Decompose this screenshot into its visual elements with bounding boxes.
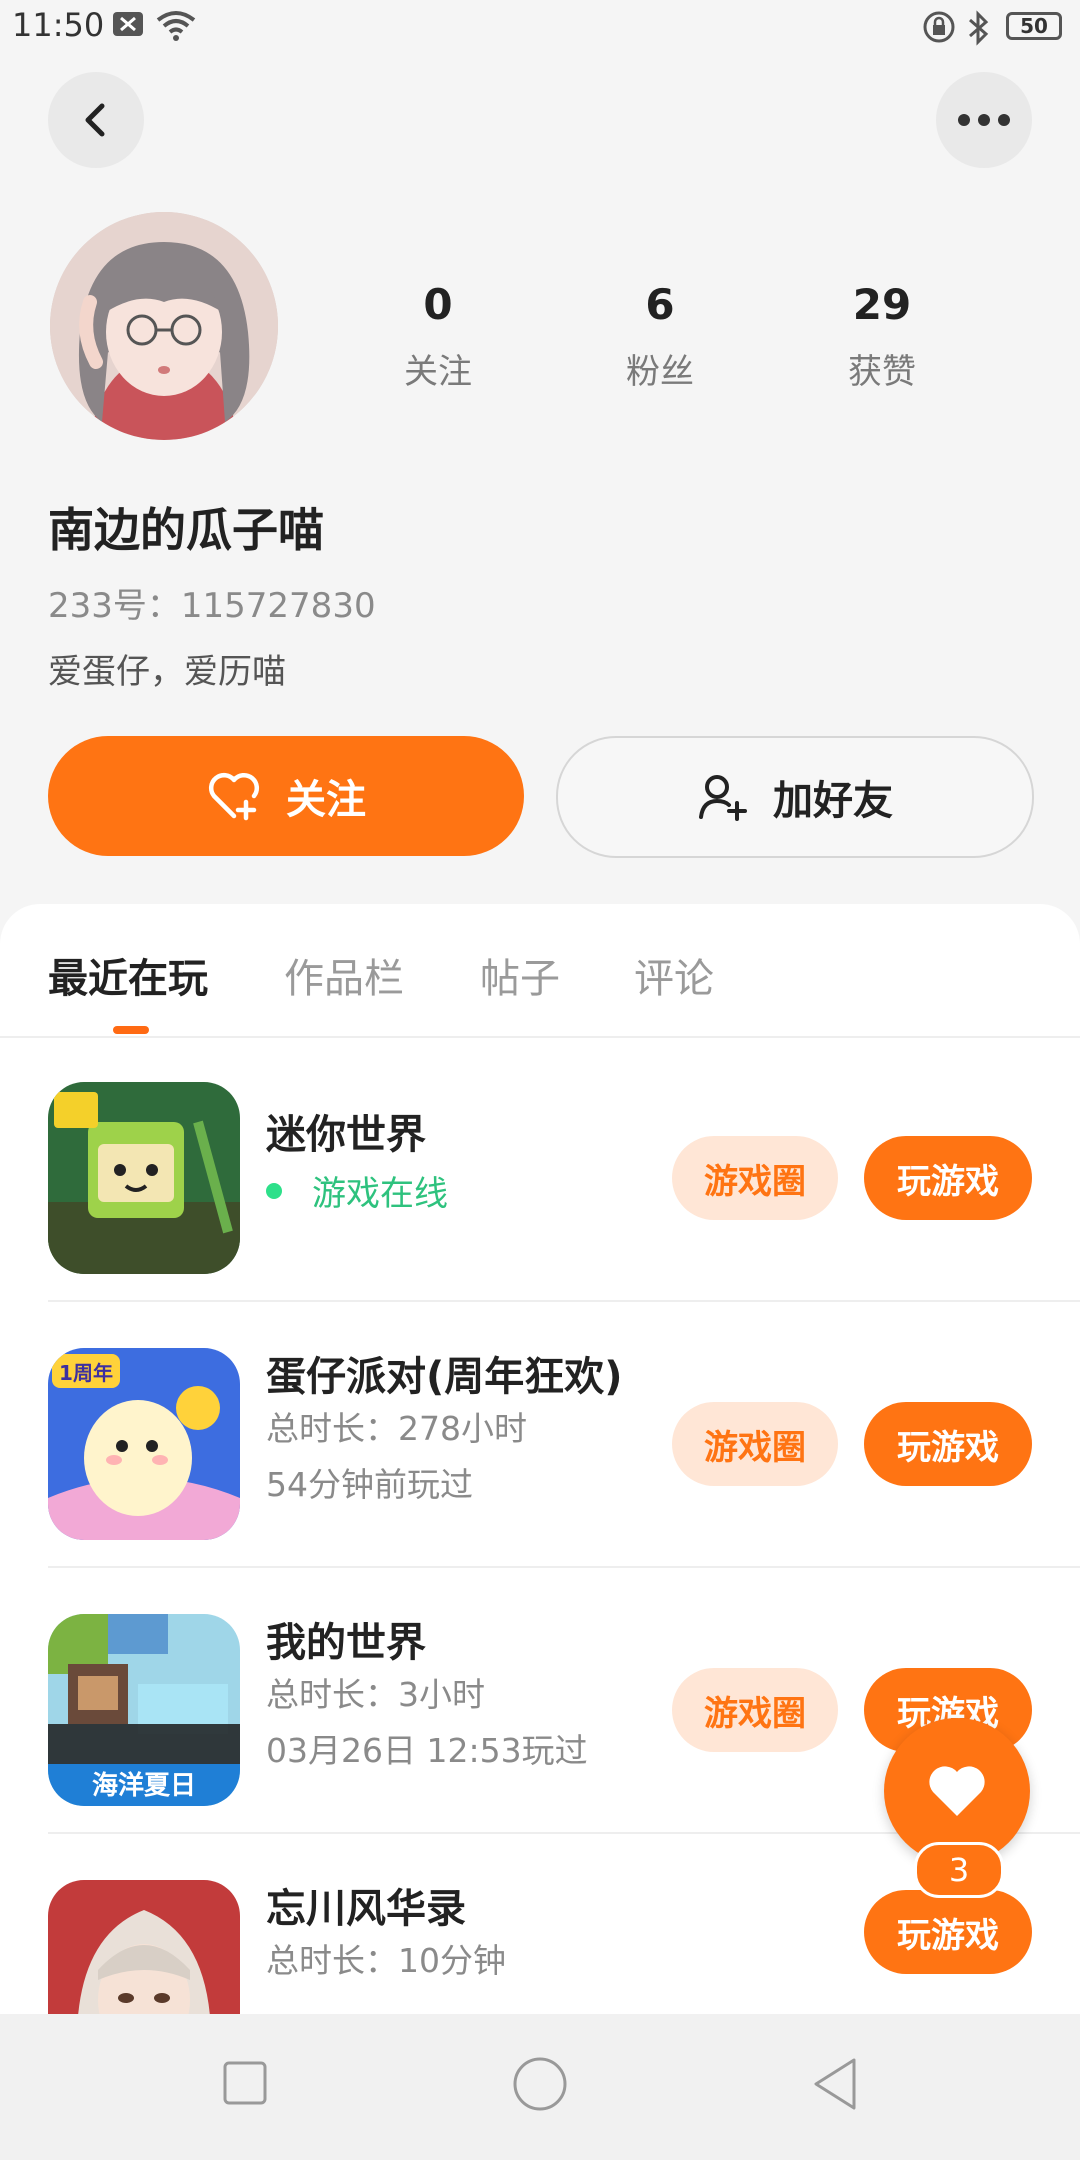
tab-recent-play[interactable]: 最近在玩 <box>48 946 208 1004</box>
more-dots-icon <box>958 114 1010 126</box>
game-duration: 总时长：278小时 <box>266 1409 527 1448</box>
game-circle-button[interactable]: 游戏圈 <box>672 1668 838 1752</box>
online-status-text: 游戏在线 <box>312 1174 448 1214</box>
nav-home-icon[interactable] <box>512 2056 568 2112</box>
play-game-button[interactable]: 玩游戏 <box>864 1136 1032 1220</box>
game-title: 我的世界 <box>266 1620 426 1666</box>
tab-comments[interactable]: 评论 <box>634 946 714 1004</box>
add-user-icon <box>699 775 747 821</box>
chevron-left-icon <box>85 103 105 137</box>
follow-button[interactable]: 关注 <box>48 736 524 856</box>
game-icon-miniworld <box>48 1082 240 1274</box>
tab-works[interactable]: 作品栏 <box>284 946 404 1004</box>
tab-posts[interactable]: 帖子 <box>480 946 560 1004</box>
play-game-button[interactable]: 玩游戏 <box>864 1890 1032 1974</box>
like-count-badge: 3 <box>914 1842 1004 1898</box>
stat-following-value: 0 <box>423 280 453 329</box>
wifi-icon <box>156 11 196 41</box>
egg-badge-text: 1周年 <box>59 1361 113 1385</box>
status-time: 11:50 <box>12 6 105 44</box>
mc-banner-text: 海洋夏日 <box>92 1770 196 1801</box>
play-game-button[interactable]: 玩游戏 <box>864 1402 1032 1486</box>
profile-name: 南边的瓜子喵 <box>48 503 324 557</box>
game-row-eggyparty[interactable]: 1周年 蛋仔派对(周年狂欢) 总时长：278小时 54分钟前玩过 游戏圈 玩游戏 <box>0 1302 1080 1568</box>
profile-bio: 爱蛋仔，爱历喵 <box>48 652 286 692</box>
battery-indicator: 50 <box>1006 12 1062 40</box>
more-button[interactable] <box>936 72 1032 168</box>
game-duration: 总时长：10分钟 <box>266 1941 506 1980</box>
online-dot-icon <box>266 1182 282 1199</box>
game-title: 迷你世界 <box>266 1112 426 1158</box>
avatar[interactable] <box>50 212 278 440</box>
game-last-played: 03月26日 12:53玩过 <box>266 1731 588 1770</box>
notification-icon <box>113 12 143 36</box>
profile-uid: 233号：115727830 <box>48 586 376 626</box>
stat-followers-value: 6 <box>645 280 675 329</box>
stat-likes[interactable]: 29 获赞 <box>802 284 962 393</box>
heart-icon <box>929 1766 985 1816</box>
back-button[interactable] <box>48 72 144 168</box>
game-title: 蛋仔派对(周年狂欢) <box>266 1354 623 1400</box>
lock-rotation-icon <box>923 11 955 43</box>
status-bar: 11:50 50 <box>0 0 1080 56</box>
add-friend-label: 加好友 <box>773 778 893 824</box>
game-duration: 总时长：3小时 <box>266 1675 485 1714</box>
battery-level: 50 <box>1020 14 1048 38</box>
stat-likes-label: 获赞 <box>848 352 916 392</box>
stat-likes-value: 29 <box>852 280 912 329</box>
game-circle-button[interactable]: 游戏圈 <box>672 1402 838 1486</box>
game-last-played: 54分钟前玩过 <box>266 1465 473 1504</box>
stat-following[interactable]: 0 关注 <box>358 284 518 393</box>
stat-followers[interactable]: 6 粉丝 <box>580 284 740 393</box>
follow-button-label: 关注 <box>286 777 366 823</box>
heart-plus-icon <box>208 772 260 821</box>
game-circle-button[interactable]: 游戏圈 <box>672 1136 838 1220</box>
system-nav-bar <box>0 2014 1080 2160</box>
game-icon-eggyparty: 1周年 <box>48 1348 240 1540</box>
tab-bar: 最近在玩 作品栏 帖子 评论 <box>0 904 1080 1038</box>
add-friend-button[interactable]: 加好友 <box>556 736 1034 858</box>
game-title: 忘川风华录 <box>266 1886 466 1932</box>
game-row-miniworld[interactable]: 迷你世界 游戏在线 游戏圈 玩游戏 <box>0 1036 1080 1302</box>
game-icon-wangchuan <box>48 1880 240 2014</box>
nav-recents-icon[interactable] <box>222 2060 268 2106</box>
stat-following-label: 关注 <box>404 352 472 392</box>
online-status: 游戏在线 <box>266 1166 448 1215</box>
game-icon-minecraft: 海洋夏日 <box>48 1614 240 1806</box>
avatar-image <box>50 212 278 440</box>
tab-indicator <box>113 1026 149 1034</box>
bluetooth-icon <box>969 10 989 46</box>
stat-followers-label: 粉丝 <box>626 352 694 392</box>
nav-back-icon[interactable] <box>810 2056 860 2112</box>
